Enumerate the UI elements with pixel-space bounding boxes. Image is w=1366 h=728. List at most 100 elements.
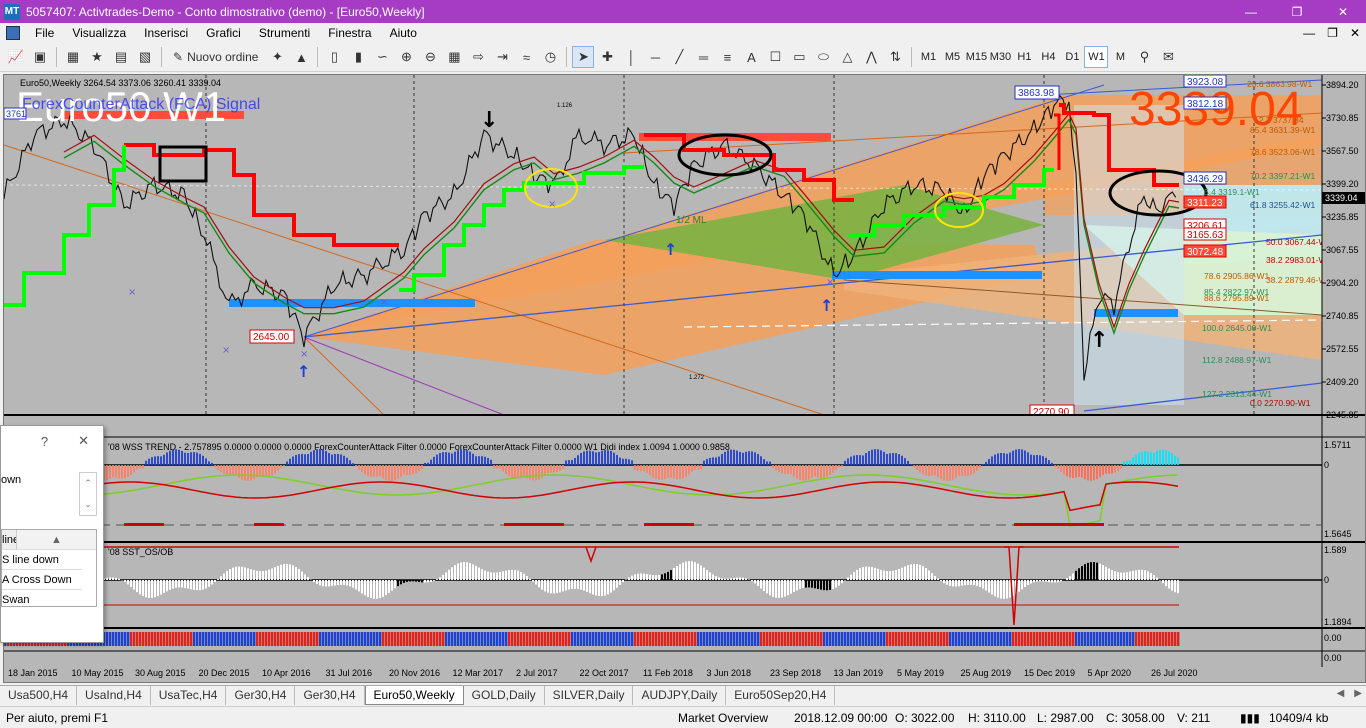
list-scrollbar[interactable]: ▲ ▼ xyxy=(16,530,96,550)
search-icon[interactable]: ⚲ xyxy=(1133,46,1155,68)
crosshair-icon[interactable]: ✚ xyxy=(596,46,618,68)
navigator-icon[interactable]: ★ xyxy=(86,46,108,68)
triangle-icon[interactable]: △ xyxy=(836,46,858,68)
rectangle-icon[interactable]: ▭ xyxy=(788,46,810,68)
text-icon[interactable]: A xyxy=(740,46,762,68)
menu-tools[interactable]: Strumenti xyxy=(250,26,319,40)
tab-usatec-h4[interactable]: UsaTec,H4 xyxy=(151,686,227,705)
pitchfork-icon[interactable]: ⋀ xyxy=(860,46,882,68)
menu-view[interactable]: Visualizza xyxy=(63,26,135,40)
label-icon[interactable]: ☐ xyxy=(764,46,786,68)
timeframe-h4[interactable]: H4 xyxy=(1036,46,1060,68)
fibonacci-label: 61.8 3255.42-W1 xyxy=(1250,200,1315,210)
timeframe-m15[interactable]: M15 xyxy=(964,46,988,68)
timeframe-d1[interactable]: D1 xyxy=(1060,46,1084,68)
fibonacci-icon[interactable]: ≡ xyxy=(716,46,738,68)
menu-window[interactable]: Finestra xyxy=(319,26,380,40)
scroll-up-icon[interactable]: ▲ xyxy=(51,530,62,549)
help-icon[interactable]: ? xyxy=(41,434,48,449)
list-item[interactable]: A Cross Down xyxy=(2,570,82,590)
price-axis-label: 2572.55 xyxy=(1326,344,1359,354)
channel-icon[interactable]: ═ xyxy=(692,46,714,68)
svg-text:1.589: 1.589 xyxy=(1324,545,1347,555)
ellipse-icon[interactable]: ⬭ xyxy=(812,46,834,68)
svg-text:2270.90: 2270.90 xyxy=(1033,407,1070,418)
dialog-option-list[interactable]: line down S line down A Cross Down Swan … xyxy=(1,529,97,607)
menu-file[interactable]: File xyxy=(26,26,63,40)
profiles-icon[interactable]: ▣ xyxy=(29,46,51,68)
chevron-up-icon[interactable]: ⌃ xyxy=(84,478,92,489)
menu-help[interactable]: Aiuto xyxy=(381,26,426,40)
cursor-icon[interactable]: ➤ xyxy=(572,46,595,68)
status-close: C: 3058.00 xyxy=(1106,711,1165,725)
tab-ger30-h4[interactable]: Ger30,H4 xyxy=(226,686,296,705)
new-order-button[interactable]: ✎ Nuovo ordine xyxy=(167,46,264,68)
tab-next-icon[interactable]: ▶ xyxy=(1354,688,1362,699)
timeframe-m5[interactable]: M5 xyxy=(940,46,964,68)
dialog-spin[interactable]: ⌃ ⌄ xyxy=(79,472,97,516)
tab-audjpy-daily[interactable]: AUDJPY,Daily xyxy=(633,686,727,705)
tab-ger30-h4-2[interactable]: Ger30,H4 xyxy=(295,686,365,705)
list-item[interactable]: S line down xyxy=(2,550,82,570)
list-item[interactable]: Swan xyxy=(2,590,82,606)
zoom-in-icon[interactable]: ⊕ xyxy=(395,46,417,68)
maximize-button[interactable]: ❐ xyxy=(1274,0,1320,23)
chevron-down-icon[interactable]: ⌄ xyxy=(84,499,92,510)
timeframe-w1[interactable]: W1 xyxy=(1084,46,1109,68)
periods-icon[interactable]: ◷ xyxy=(539,46,561,68)
chat-icon[interactable]: ✉ xyxy=(1157,46,1179,68)
chart-tabs: Usa500,H4 UsaInd,H4 UsaTec,H4 Ger30,H4 G… xyxy=(0,685,1366,706)
zoom-out-icon[interactable]: ⊖ xyxy=(419,46,441,68)
tab-euro50sep20-h4[interactable]: Euro50Sep20,H4 xyxy=(726,686,836,705)
toolbar-separator xyxy=(566,47,568,67)
svg-text:3436.29: 3436.29 xyxy=(1187,174,1224,185)
trendline-icon[interactable]: ╱ xyxy=(668,46,690,68)
tab-prev-icon[interactable]: ◀ xyxy=(1337,688,1345,699)
vertical-line-icon[interactable]: │ xyxy=(620,46,642,68)
timeframe-m30[interactable]: M30 xyxy=(988,46,1012,68)
indicators-icon[interactable]: ≈ xyxy=(515,46,537,68)
horizontal-line-icon[interactable]: ─ xyxy=(644,46,666,68)
tile-windows-icon[interactable]: ▦ xyxy=(443,46,465,68)
arrows-icon[interactable]: ⇅ xyxy=(884,46,906,68)
tab-usaind-h4[interactable]: UsaInd,H4 xyxy=(77,686,151,705)
new-chart-icon[interactable]: 📈 xyxy=(5,46,27,68)
tab-euro50-weekly[interactable]: Euro50,Weekly xyxy=(364,686,464,705)
market-watch-icon[interactable]: ▦ xyxy=(62,46,84,68)
tab-gold-daily[interactable]: GOLD,Daily xyxy=(464,686,545,705)
autotrading-icon[interactable]: ▲ xyxy=(290,46,312,68)
menu-charts[interactable]: Grafici xyxy=(197,26,250,40)
terminal-icon[interactable]: ▤ xyxy=(110,46,132,68)
properties-dialog[interactable]: ? ✕ own ⌃ ⌄ line down S line down A Cros… xyxy=(0,425,104,643)
chart-window[interactable]: ↑ ↑ ↑ ↓ ↑ × × × × × × Euro50 W1 ForexCou… xyxy=(3,74,1366,683)
timeframe-mn[interactable]: M xyxy=(1108,46,1132,68)
close-window-button[interactable]: ✕ xyxy=(1320,0,1366,23)
mdi-close-button[interactable]: ✕ xyxy=(1350,26,1360,40)
autoscroll-icon[interactable]: ⇨ xyxy=(467,46,489,68)
chart-window-icon[interactable] xyxy=(6,26,20,40)
metaeditor-icon[interactable]: ✦ xyxy=(266,46,288,68)
tab-silver-daily[interactable]: SILVER,Daily xyxy=(545,686,634,705)
chart-shift-icon[interactable]: ⇥ xyxy=(491,46,513,68)
svg-text:1.1894: 1.1894 xyxy=(1324,617,1352,627)
close-icon[interactable]: ✕ xyxy=(78,433,89,449)
svg-text:1.5645: 1.5645 xyxy=(1324,529,1352,539)
strategy-tester-icon[interactable]: ▧ xyxy=(134,46,156,68)
tab-usa500-h4[interactable]: Usa500,H4 xyxy=(0,686,78,705)
dialog-current-value[interactable]: own xyxy=(1,474,21,486)
status-datetime: 2018.12.09 00:00 xyxy=(794,711,888,725)
line-chart-icon[interactable]: ∽ xyxy=(371,46,393,68)
menu-insert[interactable]: Inserisci xyxy=(135,26,197,40)
mdi-restore-button[interactable]: ❐ xyxy=(1327,26,1338,40)
timeframe-h1[interactable]: H1 xyxy=(1012,46,1036,68)
minimize-button[interactable]: — xyxy=(1228,0,1274,23)
time-axis-label: 18 Jan 2015 xyxy=(8,668,58,678)
candlestick-icon[interactable]: ▮ xyxy=(347,46,369,68)
timeframe-m1[interactable]: M1 xyxy=(916,46,940,68)
svg-text:3863.98: 3863.98 xyxy=(1018,88,1055,99)
bar-chart-icon[interactable]: ▯ xyxy=(323,46,345,68)
price-box: 2270.90 xyxy=(1029,404,1075,418)
status-open: O: 3022.00 xyxy=(895,711,955,725)
orange-zone xyxy=(304,240,1044,375)
mdi-minimize-button[interactable]: — xyxy=(1303,26,1315,40)
